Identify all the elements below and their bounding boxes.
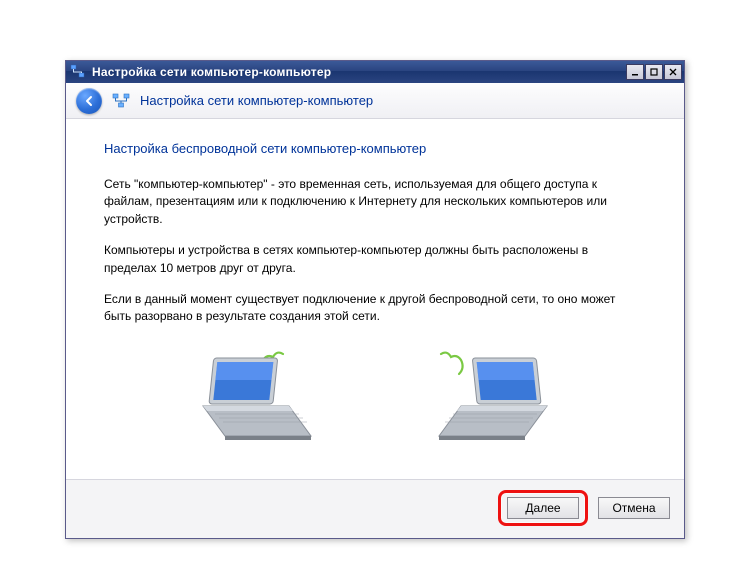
description-para-1: Сеть "компьютер-компьютер" - это временн…	[104, 176, 624, 228]
back-button[interactable]	[76, 88, 102, 114]
close-button[interactable]	[664, 64, 682, 80]
next-button[interactable]: Далее	[507, 497, 579, 519]
window-title: Настройка сети компьютер-компьютер	[92, 65, 620, 79]
minimize-button[interactable]	[626, 64, 644, 80]
page-heading: Настройка беспроводной сети компьютер-ко…	[104, 141, 646, 156]
app-icon	[70, 64, 86, 80]
titlebar: Настройка сети компьютер-компьютер	[66, 61, 684, 83]
footer: Далее Отмена	[66, 479, 684, 538]
description-para-2: Компьютеры и устройства в сетях компьюте…	[104, 242, 624, 277]
header-title: Настройка сети компьютер-компьютер	[140, 93, 373, 108]
cancel-button[interactable]: Отмена	[598, 497, 670, 519]
maximize-button[interactable]	[645, 64, 663, 80]
content-area: Настройка беспроводной сети компьютер-ко…	[66, 119, 684, 479]
network-icon	[112, 92, 130, 110]
illustration	[104, 346, 646, 449]
description-para-3: Если в данный момент существует подключе…	[104, 291, 624, 326]
wizard-window: Настройка сети компьютер-компьютер	[65, 60, 685, 539]
highlight-annotation: Далее	[498, 490, 588, 526]
header-bar: Настройка сети компьютер-компьютер	[66, 83, 684, 119]
laptop-right-icon	[435, 346, 565, 449]
laptop-left-icon	[185, 346, 315, 449]
